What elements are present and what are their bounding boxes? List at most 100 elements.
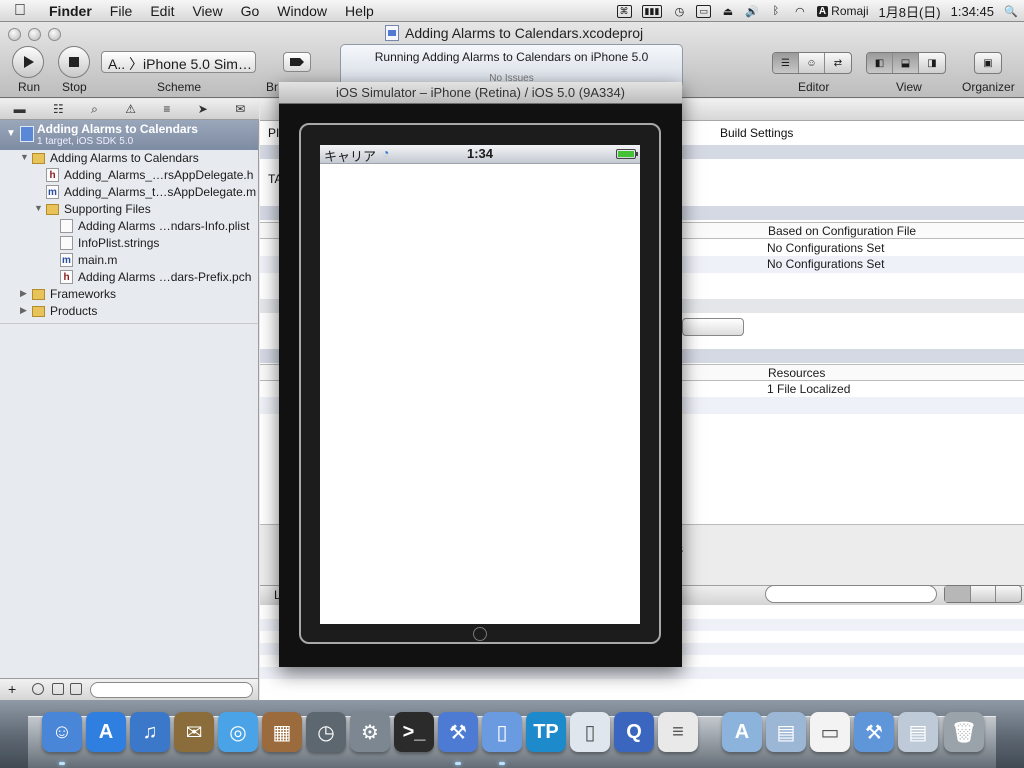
iphone-screen[interactable]: キャリア ◔ 1:34 (320, 145, 640, 624)
dock-xcode-icon[interactable]: ⚒ (438, 712, 478, 752)
navigator-item[interactable]: InfoPlist.strings (0, 235, 258, 252)
dock-xcode-stack-icon[interactable]: ⚒ (854, 712, 894, 752)
navigator-item[interactable]: ▶ Products (0, 303, 258, 320)
menu-date[interactable]: 1月8日(日) (879, 2, 941, 21)
disclosure-closed-icon[interactable]: ▶ (20, 305, 27, 316)
battery-menu-icon[interactable]: ▮▮▮ (641, 4, 663, 18)
dock-documents-icon[interactable]: ▤ (766, 712, 806, 752)
variables-view-icon[interactable] (945, 586, 971, 602)
disclosure-open-icon[interactable]: ▼ (34, 203, 43, 213)
apple-menu-icon[interactable]:  (0, 2, 40, 20)
minimize-window-button[interactable] (28, 28, 41, 41)
script-icon[interactable]: ⌘ (616, 4, 632, 18)
menu-clock[interactable]: 1:34:45 (951, 4, 994, 19)
dock-system-preferences-icon[interactable]: ⚙ (350, 712, 390, 752)
scm-filter-icon[interactable] (52, 683, 64, 695)
navigator-item[interactable]: ▼ Adding Alarms to Calendars (0, 150, 258, 167)
disclosure-triangle-icon[interactable]: ▼ (6, 128, 16, 139)
eject-icon[interactable]: ⏏ (721, 4, 735, 18)
menu-window[interactable]: Window (268, 3, 336, 19)
dock-iphone-configuration-icon[interactable]: ▯ (570, 712, 610, 752)
bluetooth-icon[interactable]: ᛒ (769, 4, 783, 18)
disclosure-closed-icon[interactable]: ▶ (20, 288, 27, 299)
recent-files-icon[interactable] (32, 683, 44, 695)
dock-iphoto-icon[interactable]: ▦ (262, 712, 302, 752)
build-settings-tab[interactable]: Build Settings (720, 126, 793, 140)
spotlight-icon[interactable]: 🔍 (1004, 4, 1018, 18)
wifi-icon[interactable]: ◠ (793, 4, 807, 18)
console-view-icon[interactable] (996, 586, 1021, 602)
breakpoints-button[interactable] (283, 52, 311, 72)
navigator-item-label: Adding Alarms …ndars-Info.plist (78, 219, 250, 233)
navigator-item[interactable]: ▼ Supporting Files (0, 201, 258, 218)
navigator-item[interactable]: m Adding_Alarms_t…sAppDelegate.m (0, 184, 258, 201)
input-source-menu[interactable]: A Romaji (816, 4, 869, 18)
navigator-item[interactable]: Adding Alarms …ndars-Info.plist (0, 218, 258, 235)
scheme-selector[interactable]: A.. 〉iPhone 5.0 Sim… (101, 51, 256, 73)
display-icon[interactable]: ▭ (696, 4, 711, 18)
menu-file[interactable]: File (101, 3, 142, 19)
dock-ios-simulator-icon[interactable]: ▯ (482, 712, 522, 752)
menu-view[interactable]: View (183, 3, 231, 19)
dock-trash-icon[interactable]: 🗑 (944, 712, 984, 752)
stop-button[interactable] (58, 46, 90, 78)
menu-edit[interactable]: Edit (141, 3, 183, 19)
utilities-toggle-icon[interactable]: ◨ (919, 53, 945, 73)
localization-popup[interactable] (682, 318, 744, 336)
assistant-editor-icon[interactable]: ☺ (799, 53, 825, 73)
dock-applications-icon[interactable]: A (722, 712, 762, 752)
navigator-item[interactable]: h Adding_Alarms_…rsAppDelegate.h (0, 167, 258, 184)
symbol-navigator-icon[interactable]: ☷ (53, 102, 64, 116)
navigator-item-label: Products (50, 304, 98, 318)
dock-time-machine-icon[interactable]: ◷ (306, 712, 346, 752)
dock-finder-icon[interactable]: ☺ (42, 712, 82, 752)
navigator-item[interactable]: ▶ Frameworks (0, 286, 258, 303)
disclosure-open-icon[interactable]: ▼ (20, 152, 29, 162)
dock-document-icon[interactable]: ▭ (810, 712, 850, 752)
dock-safari-icon[interactable]: ◎ (218, 712, 258, 752)
menu-help[interactable]: Help (336, 3, 383, 19)
navigator-item[interactable]: m main.m (0, 252, 258, 269)
dock-mail-icon[interactable]: ✉ (174, 712, 214, 752)
input-source-label: Romaji (831, 4, 869, 18)
debug-area-toggle-icon[interactable]: ⬓ (893, 53, 919, 73)
time-machine-icon[interactable]: ◷ (672, 4, 686, 18)
view-control[interactable]: ◧ ⬓ ◨ (866, 52, 946, 74)
project-navigator-icon[interactable]: ▬ (14, 102, 26, 116)
standard-editor-icon[interactable]: ☰ (773, 53, 799, 73)
dock-terminal-icon[interactable]: >_ (394, 712, 434, 752)
folder-icon (32, 289, 45, 300)
dock-itunes-icon[interactable]: ♫ (130, 712, 170, 752)
log-navigator-icon[interactable]: ✉ (235, 102, 245, 116)
navigator-filter-input[interactable] (90, 682, 253, 698)
organizer-button[interactable]: ▣ (974, 52, 1002, 74)
close-window-button[interactable] (8, 28, 21, 41)
console-view-control[interactable] (944, 585, 1022, 603)
run-button[interactable] (12, 46, 44, 78)
issue-navigator-icon[interactable]: ⚠ (125, 102, 136, 116)
organizer-icon[interactable]: ▣ (975, 53, 1001, 73)
volume-icon[interactable]: 🔊 (745, 4, 759, 18)
search-navigator-icon[interactable]: ⌕ (91, 102, 98, 117)
menu-app-name[interactable]: Finder (40, 3, 101, 19)
dock-preview-icon[interactable]: ▤ (898, 712, 938, 752)
project-tab-partial[interactable]: PI (268, 126, 279, 140)
split-view-icon[interactable] (971, 586, 997, 602)
breakpoint-navigator-icon[interactable]: ➤ (198, 102, 208, 116)
editor-mode-control[interactable]: ☰ ☺ ⇄ (772, 52, 852, 74)
navigator-item[interactable]: h Adding Alarms …dars-Prefix.pch (0, 269, 258, 286)
dock-app-store-icon[interactable]: A (86, 712, 126, 752)
add-file-button[interactable]: + (8, 681, 16, 697)
debug-navigator-icon[interactable]: ≡ (163, 102, 170, 116)
project-row[interactable]: ▼ Adding Alarms to Calendars 1 target, i… (0, 120, 258, 150)
dock-database-icon[interactable]: ≡ (658, 712, 698, 752)
zoom-window-button[interactable] (48, 28, 61, 41)
unsaved-filter-icon[interactable] (70, 683, 82, 695)
dock-quicktime-icon[interactable]: Q (614, 712, 654, 752)
home-button[interactable] (473, 627, 487, 641)
version-editor-icon[interactable]: ⇄ (825, 53, 851, 73)
menu-go[interactable]: Go (232, 3, 269, 19)
console-search-input[interactable] (765, 585, 937, 603)
navigator-toggle-icon[interactable]: ◧ (867, 53, 893, 73)
dock-texturepacker-icon[interactable]: TP (526, 712, 566, 752)
